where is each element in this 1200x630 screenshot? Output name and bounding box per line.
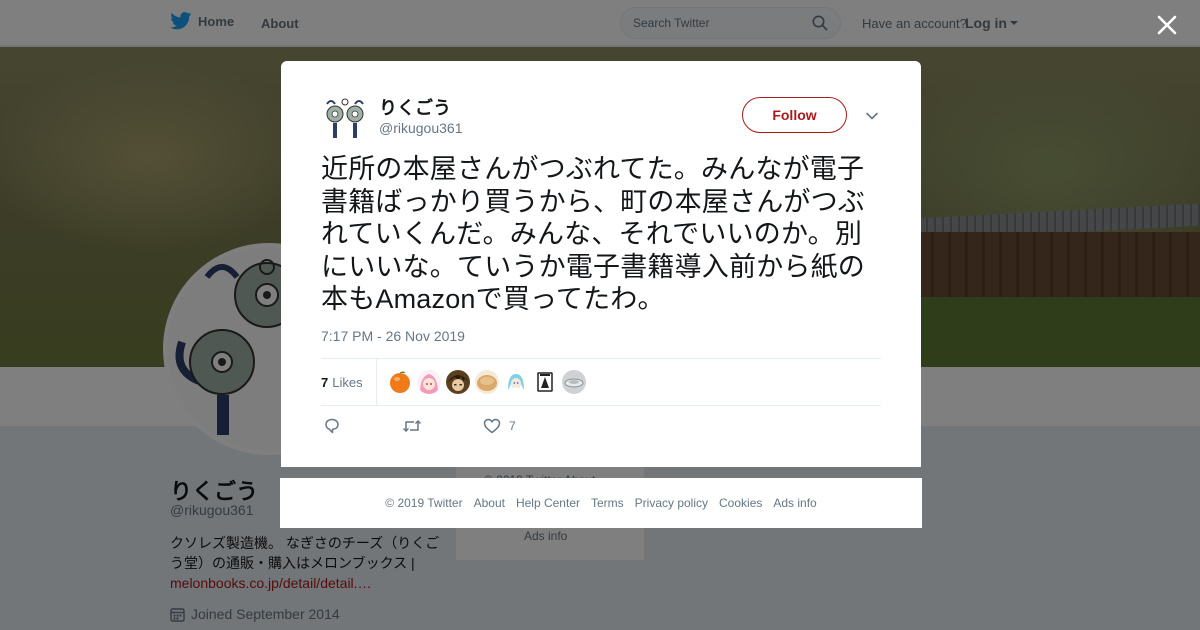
tweet-stats: 7 Likes [321, 358, 881, 406]
dish-avatar-icon [562, 370, 586, 394]
like-button[interactable]: 7 [483, 418, 516, 434]
orange-avatar-icon [388, 370, 412, 394]
tweet-modal: りくごう @rikugou361 Follow 近所の本屋さんがつぶれてた。みん… [281, 61, 921, 467]
footer-terms-link[interactable]: Terms [591, 496, 624, 510]
bread-avatar-icon [475, 370, 499, 394]
tweet-author-avatar[interactable] [321, 94, 369, 142]
footer-copyright: © 2019 Twitter [385, 496, 463, 510]
likes-label: Likes [332, 374, 363, 390]
liker-avatar-beige[interactable] [475, 370, 499, 394]
footer-help-center-link[interactable]: Help Center [516, 496, 580, 510]
tweet-timestamp[interactable]: 7:17 PM - 26 Nov 2019 [321, 328, 465, 344]
tweet-author-handle[interactable]: @rikugou361 [379, 120, 463, 136]
like-count: 7 [509, 419, 516, 433]
liker-avatar-monochrome[interactable] [533, 370, 557, 394]
likes-stat[interactable]: 7 Likes [321, 359, 377, 405]
footer-cookies-link[interactable]: Cookies [719, 496, 762, 510]
liker-avatar-grey[interactable] [562, 370, 586, 394]
retweet-button[interactable] [402, 418, 422, 434]
footer-about-link[interactable]: About [474, 496, 505, 510]
anime-girl-avatar-icon [417, 370, 441, 394]
retweet-icon [402, 419, 422, 433]
follow-button[interactable]: Follow [742, 97, 847, 133]
liker-avatar-orange[interactable] [388, 370, 412, 394]
character-avatar-icon [446, 370, 470, 394]
close-icon[interactable] [1154, 12, 1180, 38]
reply-button[interactable] [323, 418, 341, 434]
robot-avatar-icon [321, 94, 369, 142]
likes-count: 7 [321, 374, 329, 390]
likers-list [388, 370, 586, 394]
anime-character-avatar-icon [504, 370, 528, 394]
liker-avatar-dark[interactable] [446, 370, 470, 394]
tweet-text: 近所の本屋さんがつぶれてた。みんなが電子書籍ばっかり買うから、町の本屋さんがつぶ… [321, 154, 865, 314]
tweet-author-name[interactable]: りくごう [379, 94, 451, 120]
footer-privacy-link[interactable]: Privacy policy [635, 496, 708, 510]
reply-icon [325, 418, 339, 434]
liker-avatar-lightblue[interactable] [504, 370, 528, 394]
modal-footer: © 2019 Twitter About Help Center Terms P… [280, 478, 922, 528]
heart-icon [483, 418, 501, 434]
tweet-actions: 7 [321, 416, 881, 438]
liker-avatar-pink[interactable] [417, 370, 441, 394]
footer-ads-info-link[interactable]: Ads info [773, 496, 816, 510]
logo-avatar-icon [533, 370, 557, 394]
chevron-down-icon[interactable] [865, 109, 879, 123]
